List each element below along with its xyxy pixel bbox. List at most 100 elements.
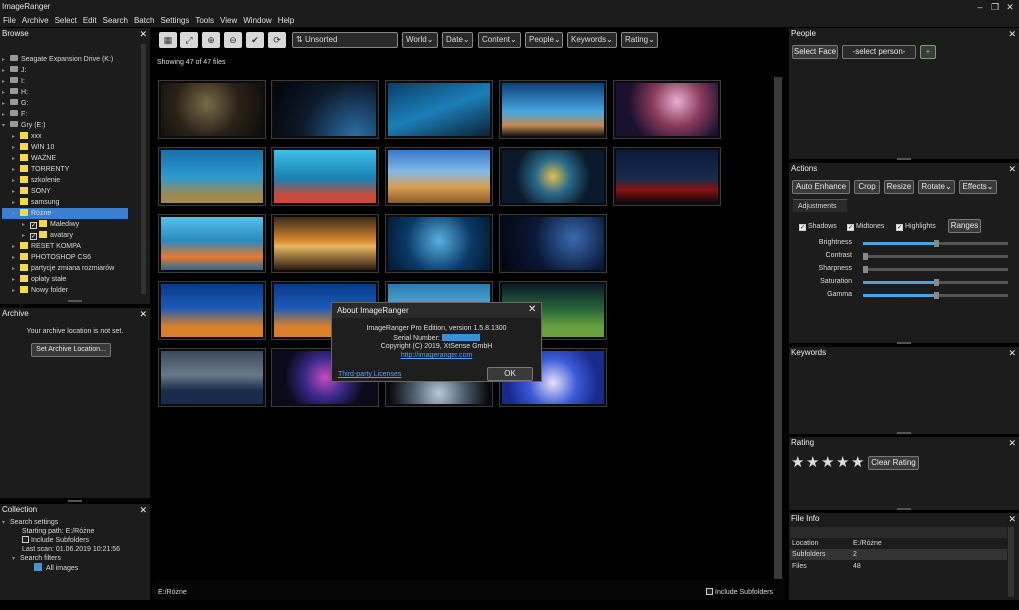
tree-item[interactable]: ▸ F: xyxy=(2,109,140,120)
tree-item[interactable]: ▸ samsung xyxy=(2,197,140,208)
menu-select[interactable]: Select xyxy=(52,14,80,27)
tree-item-selected[interactable]: ▾ Różne xyxy=(2,208,128,219)
resize-button[interactable]: Resize xyxy=(884,180,914,194)
tree-item[interactable]: ▸ RESET KOMPA xyxy=(2,241,140,252)
thumbnail[interactable] xyxy=(271,214,379,273)
crop-button[interactable]: Crop xyxy=(854,180,880,194)
tree-item[interactable]: ▸ Seagate Expansion Drive (K:) xyxy=(2,54,140,65)
tree-item[interactable]: ▸ partycje zmiana rozmiarów xyxy=(2,263,140,274)
close-icon[interactable]: ✕ xyxy=(528,304,536,315)
thumbnail[interactable] xyxy=(385,214,493,273)
thumbnail[interactable] xyxy=(271,80,379,139)
tree-item[interactable]: ▸ SONY xyxy=(2,186,140,197)
slider-handle[interactable] xyxy=(863,253,868,260)
scrollbar[interactable] xyxy=(141,44,146,294)
star-icon[interactable]: ★ xyxy=(836,455,849,470)
star-icon[interactable]: ★ xyxy=(821,455,834,470)
filter-rating[interactable]: Rating⌄ xyxy=(621,32,658,48)
tree-item[interactable]: ▸ J: xyxy=(2,65,140,76)
close-icon[interactable]: ✕ xyxy=(1008,437,1016,449)
thumbnail[interactable] xyxy=(158,80,266,139)
resize-grip[interactable] xyxy=(68,500,82,502)
tree-item[interactable]: ▸ WIN 10 xyxy=(2,142,140,153)
close-icon[interactable]: ✕ xyxy=(1003,0,1017,14)
filter-keywords[interactable]: Keywords⌄ xyxy=(567,32,617,48)
all-images-item[interactable]: All images xyxy=(2,563,142,573)
include-subfolders-checkbox[interactable] xyxy=(706,588,713,595)
midtones-checkbox[interactable]: ✓ xyxy=(847,224,854,231)
ok-button[interactable]: OK xyxy=(487,367,533,381)
highlights-checkbox[interactable]: ✓ xyxy=(896,224,903,231)
tab-adjustments[interactable]: Adjustments xyxy=(793,199,847,212)
thumbnail[interactable] xyxy=(158,348,266,407)
grid-view-icon[interactable]: ▦ xyxy=(159,32,177,48)
close-icon[interactable]: ✕ xyxy=(1008,28,1016,40)
auto-enhance-button[interactable]: Auto Enhance xyxy=(792,180,850,194)
tree-item[interactable]: ▾ Gry (E:) xyxy=(2,120,140,131)
expand-icon[interactable]: ▸ xyxy=(12,286,20,297)
include-subfolders-checkbox[interactable] xyxy=(22,536,29,543)
set-archive-location-button[interactable]: Set Archive Location... xyxy=(31,343,111,357)
menu-settings[interactable]: Settings xyxy=(157,14,192,27)
tree-item[interactable]: ▸ xxx xyxy=(2,131,140,142)
resize-grip[interactable] xyxy=(897,432,911,434)
close-icon[interactable]: ✕ xyxy=(1008,347,1016,359)
rotate-button[interactable]: Rotate⌄ xyxy=(918,180,955,194)
thumbnail[interactable] xyxy=(158,147,266,206)
thumbnail[interactable] xyxy=(499,80,607,139)
menu-search[interactable]: Search xyxy=(100,14,131,27)
close-icon[interactable]: ✕ xyxy=(139,504,147,516)
slider-track[interactable] xyxy=(863,253,1008,260)
thumbnail[interactable] xyxy=(613,80,721,139)
filter-people[interactable]: People⌄ xyxy=(525,32,563,48)
close-icon[interactable]: ✕ xyxy=(1008,163,1016,175)
slider-track[interactable] xyxy=(863,279,1008,286)
clear-rating-button[interactable]: Clear Rating xyxy=(868,456,919,470)
menu-view[interactable]: View xyxy=(217,14,240,27)
resize-grip[interactable] xyxy=(897,158,911,160)
filter-date[interactable]: Date⌄ xyxy=(442,32,473,48)
close-icon[interactable]: ✕ xyxy=(139,308,147,320)
menu-window[interactable]: Window xyxy=(240,14,274,27)
thumbnail[interactable] xyxy=(385,147,493,206)
menu-edit[interactable]: Edit xyxy=(80,14,100,27)
check-icon[interactable]: ✔ xyxy=(246,32,264,48)
tree-item[interactable]: ▸ WAŻNE xyxy=(2,153,140,164)
thumbnail[interactable] xyxy=(158,214,266,273)
resize-grip[interactable] xyxy=(68,300,82,302)
star-icon[interactable]: ★ xyxy=(791,455,804,470)
tree-item[interactable]: ▸ Nowy folder xyxy=(2,285,140,296)
add-person-button[interactable]: + xyxy=(920,45,936,59)
close-icon[interactable]: ✕ xyxy=(1008,513,1016,525)
menu-tools[interactable]: Tools xyxy=(192,14,217,27)
tree-item[interactable]: ▸ PHOTOSHOP CS6 xyxy=(2,252,140,263)
maximize-icon[interactable]: ❐ xyxy=(988,0,1002,14)
thumbnail[interactable] xyxy=(385,80,493,139)
menu-archive[interactable]: Archive xyxy=(19,14,52,27)
tree-item[interactable]: ▸ I: xyxy=(2,76,140,87)
select-person-dropdown[interactable]: -select person- xyxy=(842,45,916,59)
tree-item[interactable]: ▸ G: xyxy=(2,98,140,109)
filter-world[interactable]: World⌄ xyxy=(402,32,438,48)
thumbnail[interactable] xyxy=(271,147,379,206)
zoom-in-icon[interactable]: ⊕ xyxy=(202,32,220,48)
sort-dropdown[interactable]: ⇅ Unsorted xyxy=(292,32,398,48)
checkbox[interactable]: ✓ xyxy=(30,233,37,240)
refresh-icon[interactable]: ⟳ xyxy=(268,32,286,48)
tree-item[interactable]: ▸ TORRENTY xyxy=(2,164,140,175)
slider-handle[interactable] xyxy=(933,292,939,299)
minimize-icon[interactable]: – xyxy=(973,0,987,14)
slider-handle[interactable] xyxy=(863,266,868,273)
effects-button[interactable]: Effects⌄ xyxy=(959,180,997,194)
tree-item[interactable]: ▸ opłaty stałe xyxy=(2,274,140,285)
ranges-button[interactable]: Ranges xyxy=(948,219,981,233)
scrollbar[interactable] xyxy=(1008,527,1014,597)
thumbnail[interactable] xyxy=(158,281,266,340)
menu-file[interactable]: File xyxy=(0,14,19,27)
slider-track[interactable] xyxy=(863,292,1008,299)
thumbnail[interactable] xyxy=(499,147,607,206)
tree-item[interactable]: ▸ ✓ Malediwy xyxy=(2,219,140,230)
third-party-licenses-link[interactable]: Third-party Licenses xyxy=(338,371,401,378)
website-link[interactable]: http://imageranger.com xyxy=(332,352,541,359)
thumbnail[interactable] xyxy=(613,147,721,206)
